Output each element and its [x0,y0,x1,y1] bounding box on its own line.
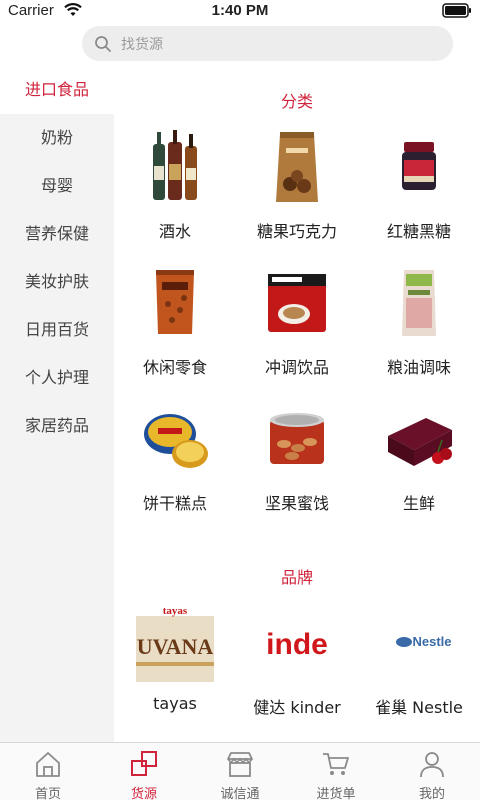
tab-label: 诚信通 [220,787,260,800]
tayas-logo-image: tayas UVANA [136,604,214,682]
tab-store[interactable]: 诚信通 [192,743,288,800]
brand-label: 雀巢 Nestle [375,698,463,717]
sidebar-item-milk-powder[interactable]: 奶粉 [0,114,114,162]
sidebar-item-personal-care[interactable]: 个人护理 [0,354,114,402]
battery-icon [442,3,471,18]
sidebar-item-home-medicine[interactable]: 家居药品 [0,402,114,450]
content-panel: 分类 酒水 糖果巧克力 红糖黑糖 休闲零食 冲调饮品 粮油调味 饼干糕点 坚果蜜… [114,66,480,742]
category-item[interactable]: 休闲零食 [114,264,236,394]
tab-source[interactable]: 货源 [96,743,192,800]
category-item[interactable]: 糖果巧克力 [236,128,358,258]
category-label: 生鲜 [402,494,435,513]
brand-label: tayas [153,694,197,713]
tab-label: 进货单 [316,787,356,800]
category-item[interactable]: 冲调饮品 [236,264,358,394]
home-icon [36,752,60,777]
category-label: 坚果蜜饯 [264,494,329,513]
clock-label: 1:40 PM [211,2,269,19]
chocolate-bag-image [276,132,318,202]
salt-bag-image [402,270,436,336]
category-label: 粮油调味 [386,358,451,377]
tab-label: 我的 [418,787,445,800]
coffee-pack-image [268,274,326,332]
svg-text:Nestle: Nestle [412,634,451,649]
store-icon [227,752,253,777]
sugar-jar-image [402,142,436,190]
category-label: 红糖黑糖 [386,222,451,241]
category-item[interactable]: 饼干糕点 [114,400,236,530]
tab-profile[interactable]: 我的 [384,743,480,800]
user-icon [420,752,444,778]
nut-can-image [270,413,324,464]
search-input[interactable]: 找货源 [82,26,453,61]
source-icon [131,751,157,776]
svg-text:tayas: tayas [163,605,188,617]
cherry-box-image [388,418,452,466]
tab-label: 货源 [130,787,157,800]
category-label: 饼干糕点 [142,494,207,513]
status-bar: Carrier 1:40 PM [0,0,480,22]
sidebar-item-baby[interactable]: 母婴 [0,162,114,210]
svg-text:UVANA: UVANA [137,634,214,659]
category-item[interactable]: 坚果蜜饯 [236,400,358,530]
categories-title: 分类 [280,92,313,111]
brands-title: 品牌 [280,568,313,587]
search-icon [95,36,111,52]
brand-label: 健达 kinder [253,698,341,717]
category-item[interactable]: 酒水 [114,128,236,258]
svg-text:inde: inde [266,628,328,661]
sidebar-item-daily-goods[interactable]: 日用百货 [0,306,114,354]
snack-bag-image [156,270,194,334]
category-item[interactable]: 生鲜 [358,400,480,530]
tab-home[interactable]: 首页 [0,743,96,800]
sidebar-item-beauty[interactable]: 美妆护肤 [0,258,114,306]
search-placeholder: 找货源 [121,37,163,53]
category-label: 休闲零食 [142,358,207,377]
sidebar-item-imported-food[interactable]: 进口食品 [0,66,114,114]
sidebar-item-health[interactable]: 营养保健 [0,210,114,258]
brand-item[interactable]: inde 健达 kinder [236,604,358,734]
tab-cart[interactable]: 进货单 [288,743,384,800]
liquor-bottles-image [153,130,197,200]
brand-item[interactable]: Nestle 雀巢 Nestle [358,604,480,734]
cart-icon [323,753,349,775]
nestle-logo-image: Nestle [380,604,458,682]
kinder-logo-image: inde [258,604,336,682]
category-label: 冲调饮品 [264,358,329,377]
tab-bar: 首页 货源 诚信通 进货单 我的 [0,742,480,800]
tab-label: 首页 [34,787,61,800]
category-label: 酒水 [158,222,191,241]
category-item[interactable]: 红糖黑糖 [358,128,480,258]
brand-item[interactable]: tayas UVANA tayas [114,604,236,734]
category-item[interactable]: 粮油调味 [358,264,480,394]
category-label: 糖果巧克力 [256,222,337,241]
category-sidebar: 进口食品 奶粉 母婴 营养保健 美妆护肤 日用百货 个人护理 家居药品 [0,66,114,742]
cookie-tin-image [144,414,208,468]
